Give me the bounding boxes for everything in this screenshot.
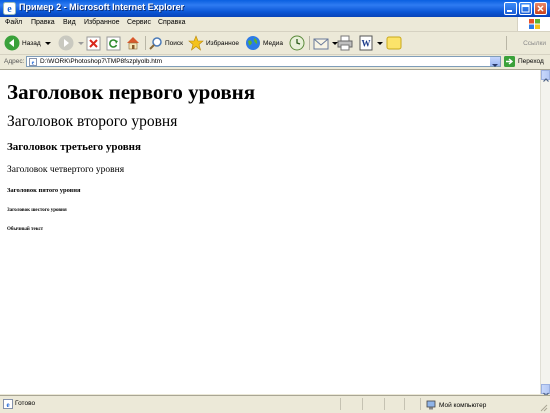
- windows-logo: [517, 17, 550, 31]
- menu-favorites[interactable]: Избранное: [84, 19, 119, 26]
- chevron-down-icon: [492, 64, 498, 67]
- favorites-label: Избранное: [206, 39, 239, 47]
- address-input[interactable]: e D:\WORK\Photoshop7\TMP8fszplyolb.htm: [26, 56, 501, 67]
- printer-icon: [337, 35, 353, 51]
- heading-6: Заголовок шестого уровня: [7, 208, 67, 213]
- status-divider: [404, 398, 405, 410]
- status-text: Готово: [15, 400, 36, 407]
- stop-button[interactable]: [86, 34, 101, 52]
- menu-file[interactable]: Файл: [5, 19, 22, 26]
- heading-3: Заголовок третьего уровня: [7, 141, 141, 153]
- refresh-icon: [106, 36, 121, 50]
- note-icon: [386, 36, 402, 50]
- search-label: Поиск: [165, 39, 184, 47]
- menu-tools[interactable]: Сервис: [127, 19, 151, 26]
- status-divider: [384, 398, 385, 410]
- menu-help[interactable]: Справка: [158, 19, 185, 26]
- heading-1: Заголовок первого уровня: [7, 80, 256, 104]
- search-icon: [149, 36, 162, 50]
- minimize-icon: [507, 10, 512, 12]
- menu-edit[interactable]: Правка: [31, 19, 55, 26]
- security-zone-label: Мой компьютер: [439, 401, 487, 409]
- links-label[interactable]: Ссылки: [523, 40, 546, 47]
- toolbar-separator: [506, 36, 507, 50]
- toolbar-separator: [309, 36, 310, 50]
- chevron-down-icon: [44, 42, 51, 45]
- mail-button[interactable]: [313, 34, 339, 52]
- page-status-icon: e: [3, 399, 13, 409]
- refresh-button[interactable]: [106, 34, 121, 52]
- media-label: Медиа: [263, 39, 283, 47]
- svg-text:e: e: [32, 61, 35, 67]
- stop-icon: [86, 36, 101, 50]
- go-button[interactable]: Переход: [504, 56, 544, 67]
- vertical-scrollbar[interactable]: [540, 70, 550, 397]
- security-zone[interactable]: Мой компьютер: [426, 400, 486, 410]
- print-button[interactable]: [337, 34, 353, 52]
- standard-toolbar: Назад Поиск Избранное Медиа W: [0, 32, 550, 55]
- maximize-icon: [521, 4, 530, 13]
- ie-icon: e: [3, 2, 16, 15]
- page-content: Заголовок первого уровня Заголовок второ…: [0, 70, 540, 394]
- back-arrow-icon: [4, 35, 20, 51]
- maximize-button[interactable]: [519, 2, 532, 15]
- toolbar-separator: [145, 36, 146, 50]
- status-divider: [420, 398, 421, 410]
- scroll-down-button[interactable]: [541, 384, 550, 397]
- back-button[interactable]: Назад: [4, 34, 52, 52]
- menu-bar: Файл Правка Вид Избранное Сервис Справка: [0, 17, 550, 32]
- home-button[interactable]: [125, 34, 141, 52]
- close-icon: [537, 5, 544, 12]
- minimize-button[interactable]: [504, 2, 517, 15]
- media-button[interactable]: Медиа: [245, 34, 283, 52]
- arrow-up-icon: [543, 78, 549, 82]
- messenger-button[interactable]: [386, 34, 402, 52]
- media-globe-icon: [246, 36, 260, 50]
- resize-grip-icon[interactable]: [540, 404, 548, 412]
- go-label: Переход: [518, 58, 544, 65]
- status-bar: e Готово Мой компьютер: [0, 395, 550, 413]
- close-button[interactable]: [534, 2, 547, 15]
- title-bar[interactable]: e Пример 2 - Microsoft Internet Explorer: [0, 0, 550, 17]
- edit-button[interactable]: W: [358, 34, 384, 52]
- forward-arrow-icon: [58, 35, 74, 51]
- svg-text:e: e: [7, 4, 12, 15]
- windows-flag-icon: [529, 19, 540, 29]
- go-arrow-icon: [504, 56, 515, 67]
- window-title: Пример 2 - Microsoft Internet Explorer: [19, 2, 185, 12]
- home-icon: [127, 37, 139, 50]
- paragraph-text: Обычный текст: [7, 227, 44, 232]
- word-document-icon: W: [359, 35, 373, 51]
- svg-text:W: W: [362, 39, 371, 49]
- history-button[interactable]: [289, 34, 305, 52]
- back-label: Назад: [22, 39, 41, 47]
- svg-text:e: e: [6, 401, 9, 409]
- menu-view[interactable]: Вид: [63, 19, 76, 26]
- status-divider: [362, 398, 363, 410]
- favorites-button[interactable]: Избранное: [188, 34, 239, 52]
- search-button[interactable]: Поиск: [148, 34, 183, 52]
- heading-2: Заголовок второго уровня: [7, 113, 178, 130]
- page-icon: e: [29, 58, 37, 67]
- heading-4: Заголовок четвертого уровня: [7, 165, 125, 175]
- forward-button[interactable]: [58, 34, 85, 52]
- browser-window: e Пример 2 - Microsoft Internet Explorer…: [0, 0, 550, 413]
- chevron-down-icon: [377, 42, 383, 45]
- address-bar: Адрес: e D:\WORK\Photoshop7\TMP8fszplyol…: [0, 55, 550, 70]
- address-url: D:\WORK\Photoshop7\TMP8fszplyolb.htm: [40, 58, 163, 65]
- star-icon: [188, 35, 204, 51]
- chevron-down-icon: [78, 42, 84, 45]
- history-clock-icon: [289, 35, 305, 51]
- heading-5: Заголовок пятого уровня: [7, 187, 81, 194]
- address-dropdown-button[interactable]: [490, 57, 500, 67]
- status-divider: [340, 398, 341, 410]
- address-label: Адрес:: [4, 58, 25, 65]
- computer-icon: [426, 400, 436, 410]
- scroll-up-button[interactable]: [541, 70, 550, 82]
- mail-icon: [313, 38, 329, 50]
